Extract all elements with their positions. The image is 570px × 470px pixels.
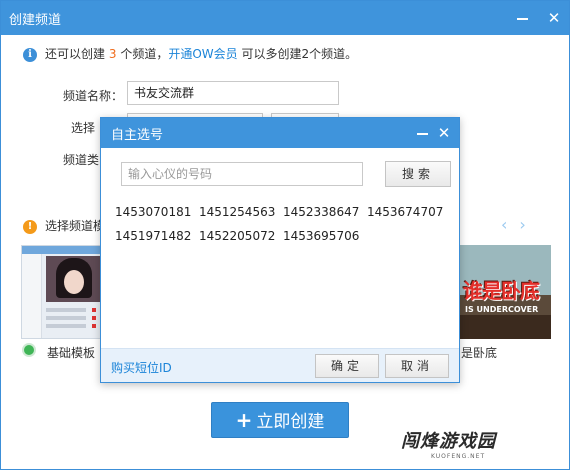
number-option[interactable]: 1451254563 bbox=[199, 200, 283, 224]
thumb-row bbox=[46, 324, 86, 328]
thumb-header-bar bbox=[22, 246, 102, 254]
template-section-label: 选择频道模 bbox=[45, 219, 106, 233]
game-title-art: 谁是卧底 bbox=[463, 279, 540, 303]
quota-mid: 个频道， bbox=[120, 47, 169, 61]
thumb-dot bbox=[92, 324, 96, 328]
channel-type-label: 频道类 bbox=[63, 153, 100, 167]
thumb-face bbox=[64, 270, 84, 294]
thumb-dot bbox=[92, 316, 96, 320]
create-now-label: 立即创建 bbox=[256, 412, 325, 432]
create-now-button[interactable]: + 立即创建 bbox=[211, 402, 349, 438]
minimize-icon bbox=[516, 17, 528, 20]
quota-prefix: 还可以创建 bbox=[45, 47, 106, 61]
close-button[interactable]: ✕ bbox=[543, 7, 565, 29]
watermark-logo: 闯烽游戏园 bbox=[401, 431, 496, 452]
minimize-button[interactable] bbox=[511, 7, 533, 29]
template-carousel-nav: ‹ › bbox=[501, 215, 538, 234]
quota-notice: i 还可以创建 3 个频道，开通OW会员 可以多创建2个频道。 bbox=[23, 45, 357, 63]
dialog-footer: 购买短位ID 确定 取消 bbox=[101, 348, 459, 382]
undercover-template-thumbnail[interactable]: 谁是卧底 IS UNDERCOVER bbox=[459, 245, 551, 339]
search-button[interactable]: 搜索 bbox=[385, 161, 451, 187]
cancel-button[interactable]: 取消 bbox=[385, 354, 449, 378]
game-subtitle-art: IS UNDERCOVER bbox=[465, 305, 539, 314]
basic-template-thumbnail[interactable] bbox=[21, 245, 103, 339]
close-icon: ✕ bbox=[437, 124, 451, 142]
number-option[interactable]: 1452338647 bbox=[283, 200, 367, 224]
window-titlebar: 创建频道 ✕ bbox=[1, 1, 569, 35]
dialog-titlebar: 自主选号 ✕ bbox=[101, 118, 459, 148]
template-section-header: ! 选择频道模 bbox=[23, 217, 105, 235]
plus-icon: + bbox=[235, 408, 253, 432]
choose-number-dialog: 自主选号 ✕ 输入心仪的号码 搜索 1453070181 1451254563 14… bbox=[100, 117, 460, 383]
select-label: 选择 bbox=[71, 121, 96, 135]
warning-icon: ! bbox=[23, 219, 37, 234]
thumb-dot bbox=[92, 308, 96, 312]
number-option[interactable]: 1453070181 bbox=[115, 200, 199, 224]
ow-member-link[interactable]: 开通OW会员 bbox=[168, 47, 237, 61]
thumb-row bbox=[46, 316, 86, 320]
prev-arrow-icon[interactable]: ‹ bbox=[501, 215, 507, 234]
ok-button[interactable]: 确定 bbox=[315, 354, 379, 378]
number-option[interactable]: 1453695706 bbox=[283, 224, 367, 248]
number-list: 1453070181 1451254563 1452338647 1453674707… bbox=[115, 200, 455, 248]
undercover-template-label: 是卧底 bbox=[461, 346, 498, 360]
quota-suffix: 可以多创建2个频道。 bbox=[241, 47, 358, 61]
minimize-icon bbox=[416, 132, 428, 135]
quota-count: 3 bbox=[108, 47, 117, 61]
thumb-photo bbox=[46, 256, 102, 302]
next-arrow-icon[interactable]: › bbox=[519, 215, 525, 234]
number-option[interactable]: 1453674707 bbox=[367, 200, 451, 224]
dialog-minimize-button[interactable] bbox=[411, 122, 433, 144]
thumb-sidebar bbox=[22, 254, 42, 338]
basic-template-radio[interactable] bbox=[22, 343, 36, 357]
watermark-url: KUOFENG.NET bbox=[431, 453, 486, 460]
game-ground bbox=[459, 315, 551, 339]
dialog-title: 自主选号 bbox=[111, 128, 164, 143]
window-title: 创建频道 bbox=[9, 13, 62, 28]
number-option[interactable]: 1452205072 bbox=[199, 224, 283, 248]
buy-short-id-link[interactable]: 购买短位ID bbox=[111, 359, 172, 376]
number-option[interactable]: 1451971482 bbox=[115, 224, 199, 248]
channel-name-label: 频道名称： bbox=[63, 89, 124, 103]
close-icon: ✕ bbox=[547, 9, 561, 27]
number-search-input[interactable]: 输入心仪的号码 bbox=[121, 162, 363, 186]
dialog-close-button[interactable]: ✕ bbox=[433, 122, 455, 144]
basic-template-label: 基础模板 bbox=[47, 346, 96, 360]
channel-name-input[interactable]: 书友交流群 bbox=[127, 81, 339, 105]
info-icon: i bbox=[23, 47, 37, 62]
thumb-row bbox=[46, 308, 86, 312]
